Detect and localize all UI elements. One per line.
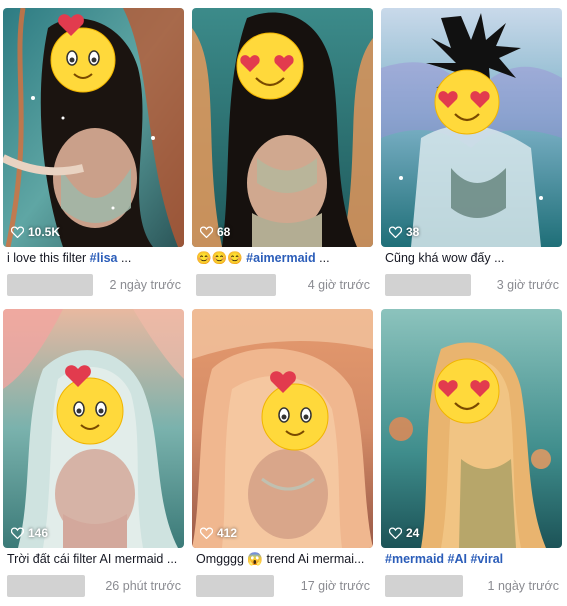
heart-eyes-emoji-icon (434, 358, 500, 424)
video-meta: 26 phút trước (3, 571, 184, 599)
video-caption[interactable]: Omgggg 😱 trend Ai mermai... (196, 552, 373, 567)
post-time: 2 ngày trước (109, 278, 181, 292)
like-count: 10.5K (11, 225, 60, 239)
caption-text: i love this filter (7, 251, 90, 265)
video-meta: 3 giờ trước (381, 270, 562, 298)
like-count: 38 (389, 225, 419, 239)
video-card[interactable]: 24 #mermaid #AI #viral 1 ngày trước (381, 309, 562, 603)
video-thumbnail[interactable]: 146 (3, 309, 184, 548)
author-name-blurred[interactable] (7, 274, 93, 296)
thumbnail-image (381, 8, 562, 247)
post-time: 17 giờ trước (300, 579, 370, 593)
author-name-blurred[interactable] (385, 274, 471, 296)
like-count-value: 10.5K (28, 225, 61, 239)
video-meta: 17 giờ trước (192, 571, 373, 599)
thumbnail-image (3, 8, 184, 247)
heart-outline-icon (389, 226, 402, 238)
post-time: 26 phút trước (105, 579, 181, 593)
video-card[interactable]: 146 Trời đất cái filter AI mermaid ... 2… (3, 309, 184, 603)
like-count: 24 (389, 526, 419, 540)
video-card[interactable]: 412 Omgggg 😱 trend Ai mermai... 17 giờ t… (192, 309, 373, 603)
video-thumbnail[interactable]: 412 (192, 309, 373, 548)
video-caption[interactable]: 😊😊😊 #aimermaid ... (196, 251, 373, 266)
like-count: 146 (11, 526, 48, 540)
like-count-value: 146 (28, 526, 49, 540)
author-name-blurred[interactable] (196, 575, 274, 597)
video-card[interactable]: 68 😊😊😊 #aimermaid ... 4 giờ trước (192, 8, 373, 302)
video-caption[interactable]: i love this filter #lisa ... (7, 251, 184, 265)
video-thumbnail[interactable]: 10.5K (3, 8, 184, 247)
thumbnail-image (192, 8, 373, 247)
heart-eyes-emoji-icon (236, 32, 304, 100)
heart-outline-icon (389, 527, 402, 539)
thumbnail-image (3, 309, 184, 548)
heart-outline-icon (200, 226, 213, 238)
video-meta: 1 ngày trước (381, 571, 562, 599)
video-grid: 10.5K i love this filter #lisa ... 2 ngà… (0, 0, 567, 606)
caption-text: Omgggg 😱 trend Ai mermai... (196, 552, 365, 566)
like-count-value: 24 (406, 526, 420, 540)
post-time: 3 giờ trước (496, 278, 559, 292)
video-caption[interactable]: Cũng khá wow đấy ... (385, 251, 562, 265)
hashtag-link[interactable]: #lisa (90, 251, 118, 265)
author-name-blurred[interactable] (7, 575, 85, 597)
author-name-blurred[interactable] (385, 575, 463, 597)
author-name-blurred[interactable] (196, 274, 276, 296)
thumbnail-image (192, 309, 373, 548)
video-meta: 4 giờ trước (192, 270, 373, 298)
video-thumbnail[interactable]: 68 (192, 8, 373, 247)
like-count-value: 38 (406, 225, 420, 239)
like-count: 68 (200, 225, 230, 239)
caption-ellipsis: ... (117, 251, 132, 265)
caption-text: Cũng khá wow đấy ... (385, 251, 505, 265)
video-card[interactable]: 38 Cũng khá wow đấy ... 3 giờ trước (381, 8, 562, 302)
heart-outline-icon (11, 527, 24, 539)
video-meta: 2 ngày trước (3, 270, 184, 298)
heart-outline-icon (11, 226, 24, 238)
video-caption[interactable]: #mermaid #AI #viral (385, 552, 562, 566)
video-caption[interactable]: Trời đất cái filter AI mermaid ... (7, 552, 184, 566)
caption-ellipsis: ... (315, 251, 330, 265)
post-time: 4 giờ trước (307, 278, 370, 292)
video-thumbnail[interactable]: 38 (381, 8, 562, 247)
heart-eyes-emoji-icon (434, 69, 500, 135)
video-thumbnail[interactable]: 24 (381, 309, 562, 548)
hashtag-link[interactable]: #aimermaid (246, 251, 315, 265)
video-card[interactable]: 10.5K i love this filter #lisa ... 2 ngà… (3, 8, 184, 302)
thumbnail-image (381, 309, 562, 548)
caption-text: Trời đất cái filter AI mermaid ... (7, 552, 178, 566)
caption-text: 😊😊😊 (196, 251, 247, 265)
hashtag-link[interactable]: #mermaid #AI #viral (385, 552, 503, 566)
post-time: 1 ngày trước (487, 579, 559, 593)
like-count: 412 (200, 526, 237, 540)
heart-outline-icon (200, 527, 213, 539)
like-count-value: 68 (217, 225, 231, 239)
like-count-value: 412 (217, 526, 238, 540)
